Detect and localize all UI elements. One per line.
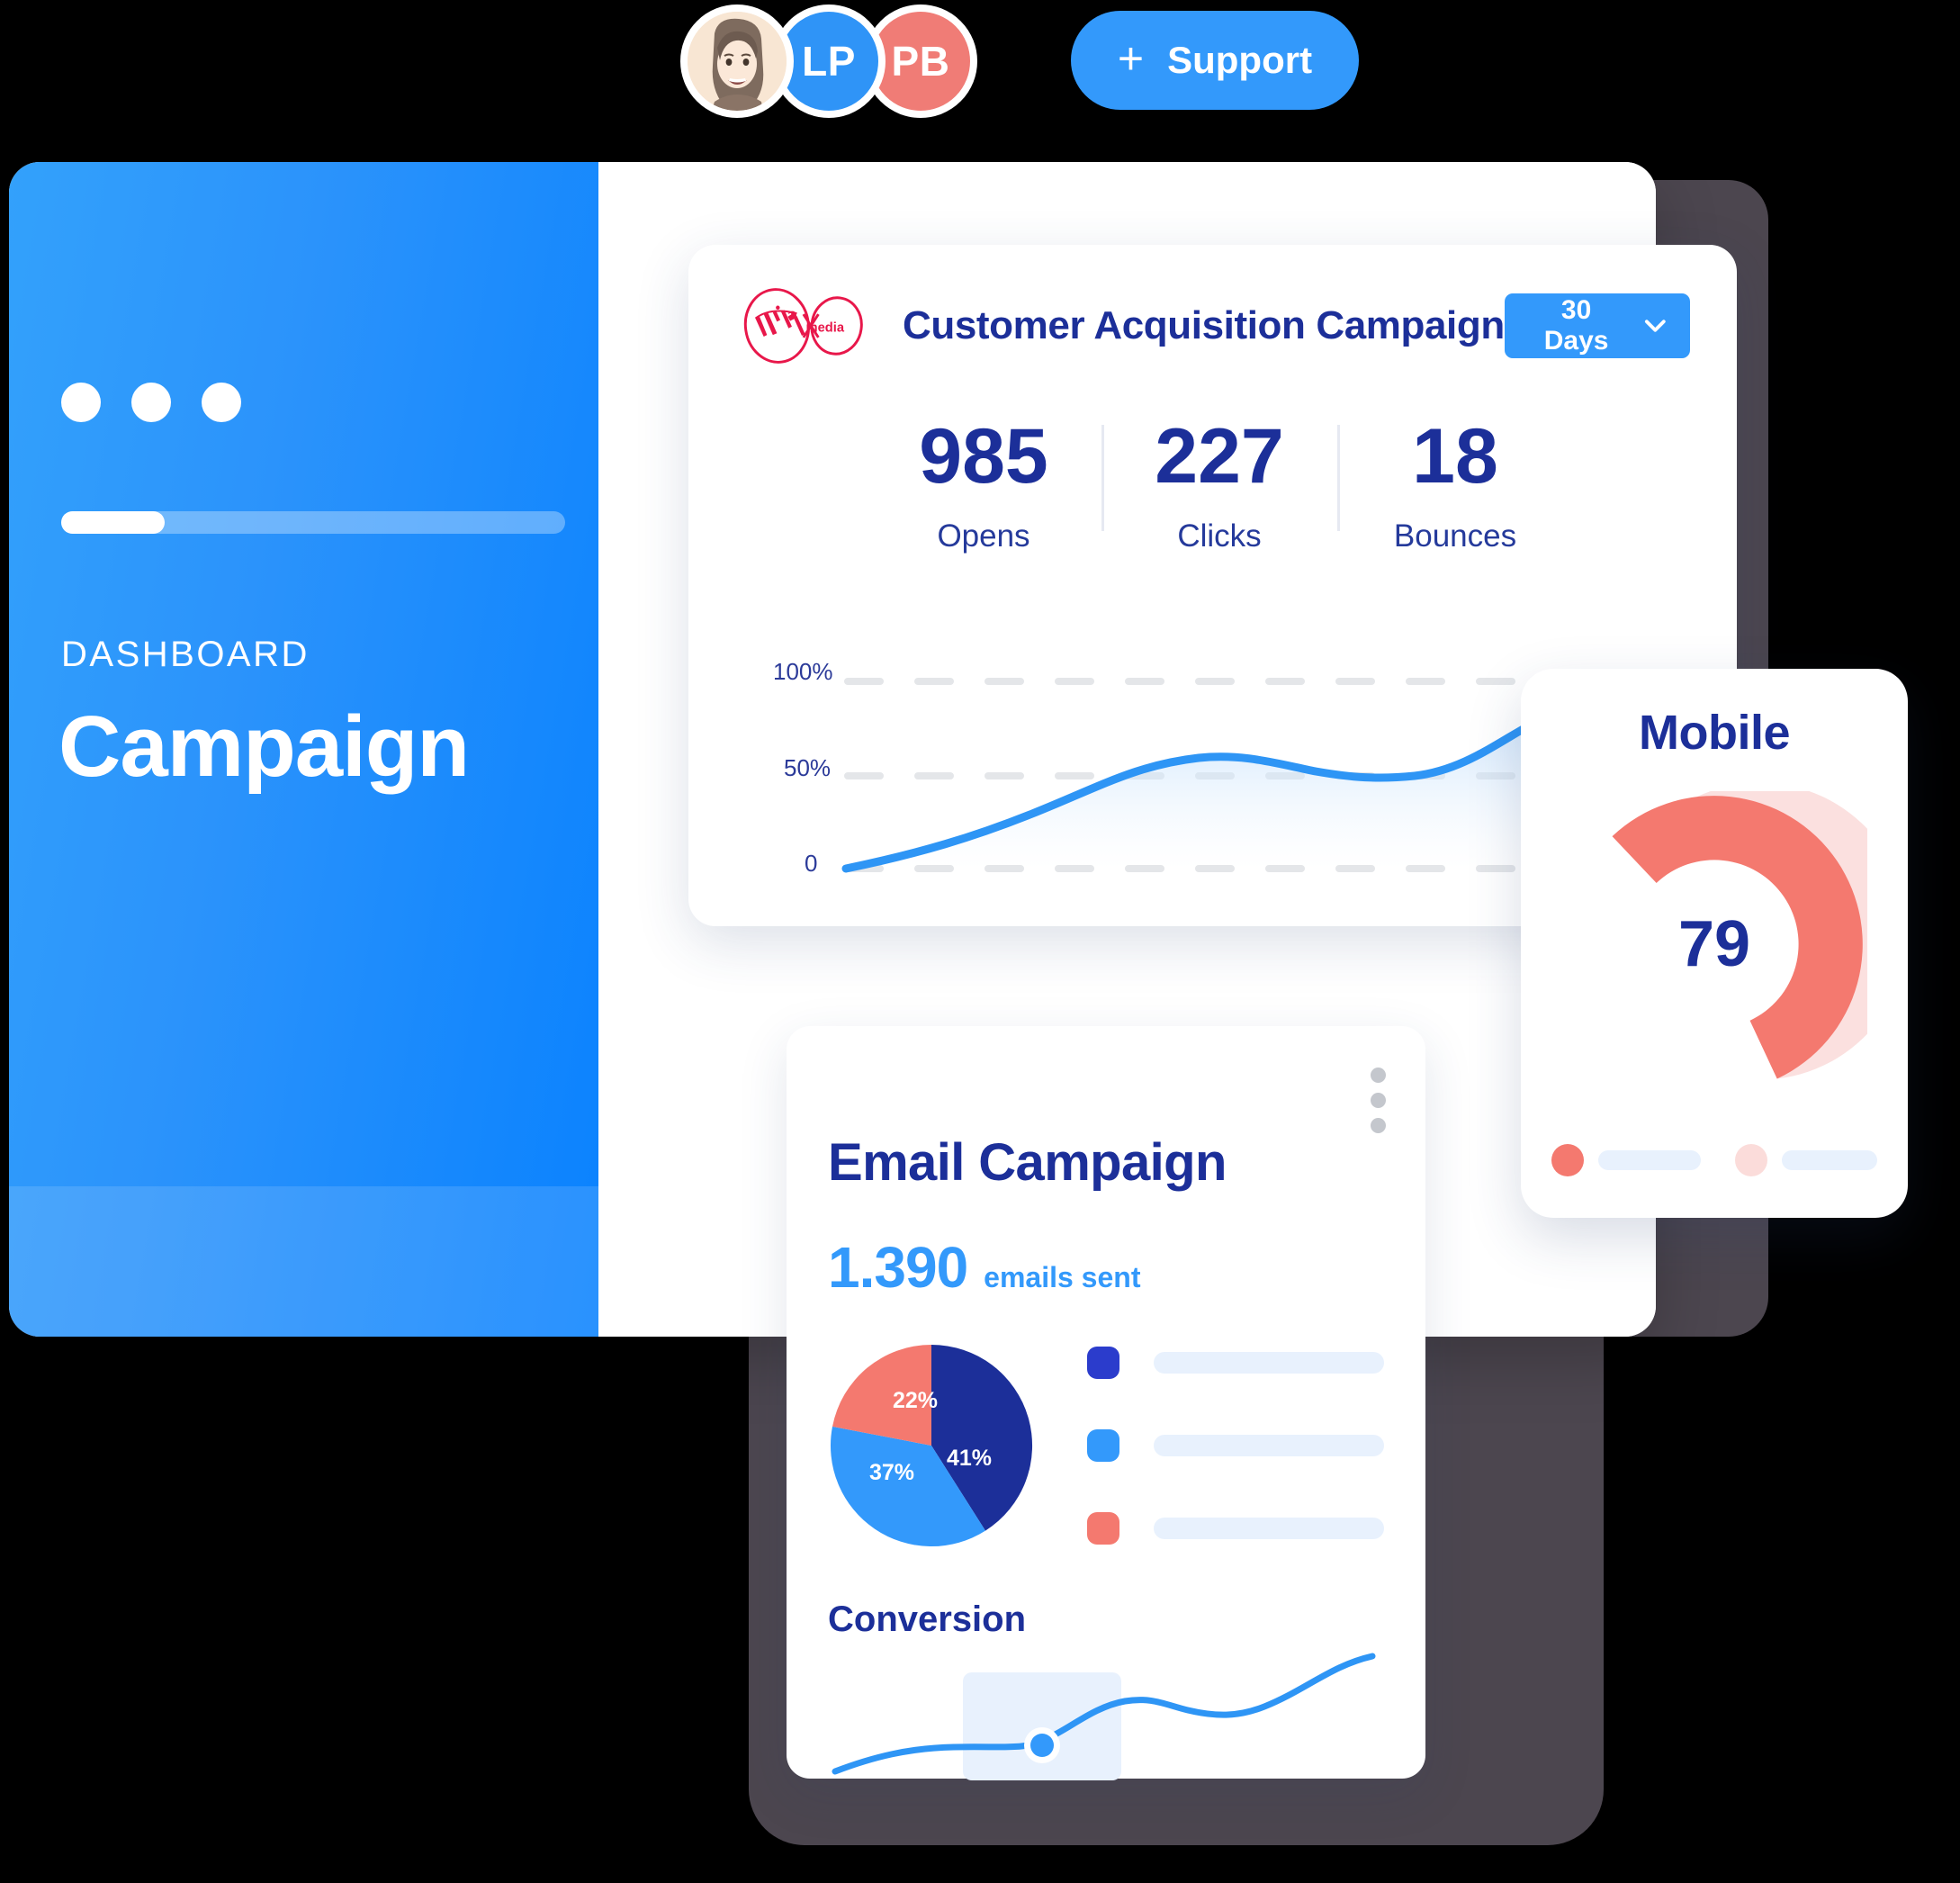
legend-swatch-series-3 bbox=[1087, 1512, 1119, 1545]
mobile-card-title: Mobile bbox=[1639, 706, 1791, 760]
kpi-clicks-value: 227 bbox=[1155, 413, 1284, 500]
pie-chart-section: 41% 37% 22% bbox=[828, 1342, 1384, 1549]
footer-bar-secondary bbox=[1782, 1150, 1877, 1170]
footer-dot-secondary bbox=[1735, 1144, 1768, 1176]
y-axis-tick-0: 0 bbox=[805, 850, 818, 877]
plus-icon: + bbox=[1117, 33, 1145, 84]
kpi-bounces: 18 Bounces bbox=[1337, 418, 1573, 554]
legend-swatch-series-1 bbox=[1087, 1347, 1119, 1379]
conversion-line-chart bbox=[828, 1645, 1384, 1807]
campaign-card-header: media Customer Acquisition Campaign 30 D… bbox=[735, 286, 1690, 365]
kpi-clicks-label: Clicks bbox=[1177, 518, 1262, 554]
kpi-opens: 985 Opens bbox=[866, 418, 1101, 554]
pie-legend bbox=[1087, 1347, 1384, 1545]
emails-sent-value: 1.390 bbox=[828, 1235, 968, 1300]
avatar-group: LP PB bbox=[680, 5, 977, 118]
kpi-bounces-value: 18 bbox=[1412, 413, 1498, 500]
footer-bar-primary bbox=[1598, 1150, 1702, 1170]
footer-dot-primary bbox=[1551, 1144, 1584, 1176]
chevron-down-icon bbox=[1645, 320, 1667, 332]
sidebar-progress-bar bbox=[61, 511, 565, 534]
avatar-lp-initials: LP bbox=[802, 38, 856, 85]
y-axis-tick-100: 100% bbox=[773, 658, 833, 685]
legend-item[interactable] bbox=[1087, 1347, 1384, 1379]
top-bar: LP PB + Support bbox=[0, 0, 1960, 122]
mobile-card-footer bbox=[1551, 1144, 1877, 1176]
kpi-clicks: 227 Clicks bbox=[1101, 418, 1337, 554]
email-card-title: Email Campaign bbox=[828, 1133, 1227, 1192]
date-range-selector[interactable]: 30 Days bbox=[1504, 293, 1690, 358]
pie-label-41: 41% bbox=[947, 1446, 992, 1471]
legend-swatch-series-2 bbox=[1087, 1429, 1119, 1462]
support-button[interactable]: + Support bbox=[1071, 11, 1359, 110]
email-pie-chart: 41% 37% 22% bbox=[830, 1345, 1033, 1547]
emails-sent-label: emails sent bbox=[984, 1261, 1141, 1293]
email-campaign-card: Email Campaign 1.390 emails sent 41% 37%… bbox=[787, 1026, 1425, 1780]
sidebar: DASHBOARD Campaign bbox=[9, 162, 598, 1337]
page-title: Campaign bbox=[58, 698, 470, 795]
sidebar-eyebrow: DASHBOARD bbox=[61, 635, 310, 674]
campaign-card-title: Customer Acquisition Campaign bbox=[903, 303, 1505, 347]
legend-item[interactable] bbox=[1087, 1429, 1384, 1462]
legend-placeholder-bar bbox=[1154, 1435, 1384, 1456]
kpi-opens-label: Opens bbox=[937, 518, 1030, 554]
pie-label-37: 37% bbox=[869, 1460, 914, 1485]
emails-sent-row: 1.390 emails sent bbox=[828, 1234, 1384, 1301]
legend-placeholder-bar bbox=[1154, 1352, 1384, 1374]
svg-text:media: media bbox=[805, 320, 844, 335]
kpi-opens-value: 985 bbox=[919, 413, 1048, 500]
window-controls[interactable] bbox=[61, 383, 241, 422]
kpi-row: 985 Opens 227 Clicks 18 Bounces bbox=[735, 418, 1690, 554]
avatar-pb-initials: PB bbox=[891, 38, 950, 85]
mobile-donut-chart: 79 bbox=[1561, 782, 1909, 1097]
legend-item[interactable] bbox=[1087, 1512, 1384, 1545]
window-dot-close[interactable] bbox=[61, 383, 101, 422]
pie-label-22: 22% bbox=[893, 1388, 938, 1413]
user-photo-avatar[interactable] bbox=[680, 5, 794, 118]
window-dot-maximize[interactable] bbox=[202, 383, 241, 422]
kpi-bounces-label: Bounces bbox=[1393, 518, 1517, 554]
date-range-label: 30 Days bbox=[1543, 295, 1609, 356]
user-photo-icon bbox=[688, 12, 787, 111]
mobile-metric-card: Mobile 79 bbox=[1521, 669, 1909, 1218]
virgin-media-logo-icon: media bbox=[743, 288, 863, 364]
y-axis-tick-50: 50% bbox=[784, 754, 832, 781]
conversion-point-marker[interactable] bbox=[1030, 1734, 1054, 1757]
legend-placeholder-bar bbox=[1154, 1518, 1384, 1539]
window-dot-minimize[interactable] bbox=[131, 383, 171, 422]
mobile-donut-value: 79 bbox=[1677, 908, 1751, 980]
support-button-label: Support bbox=[1167, 39, 1313, 81]
kebab-menu-icon[interactable] bbox=[1371, 1068, 1386, 1143]
conversion-chart-svg bbox=[832, 1653, 1376, 1775]
conversion-title: Conversion bbox=[828, 1599, 1027, 1639]
